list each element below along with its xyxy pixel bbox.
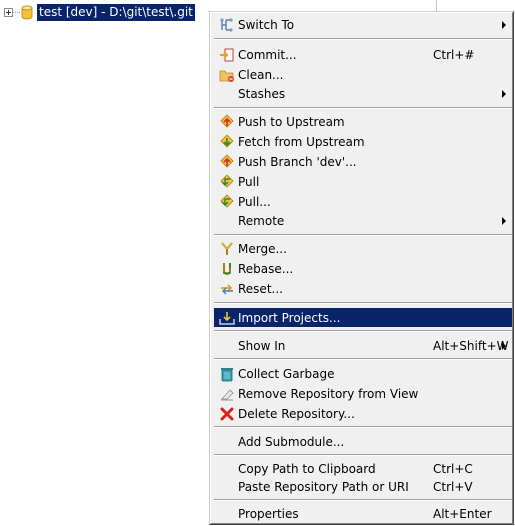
fetch-upstream-icon (220, 134, 234, 148)
menu-item-label: Delete Repository... (238, 407, 355, 421)
menu-item-label: Push Branch 'dev'... (238, 155, 357, 169)
menu-item-label: Paste Repository Path or URI (238, 480, 409, 494)
menu-item-label: Pull... (238, 195, 271, 209)
menu-item-reset[interactable]: Reset... (214, 279, 512, 298)
menu-item-remove-repository[interactable]: Remove Repository from View (214, 384, 512, 403)
switch-branch-icon (220, 18, 233, 32)
menu-item-fetch-from-upstream[interactable]: Fetch from Upstream (214, 132, 512, 151)
menu-item-label: Pull (238, 175, 260, 189)
push-upstream-icon (220, 114, 234, 128)
menu-item-copy-path[interactable]: Copy Path to Clipboard Ctrl+C (214, 459, 512, 478)
context-menu: Switch To Commit... Ctrl+# Clean... Stas… (209, 11, 514, 525)
menu-item-pull-dialog[interactable]: Pull... (214, 192, 512, 211)
menu-item-delete-repository[interactable]: Delete Repository... (214, 404, 512, 423)
menu-item-collect-garbage[interactable]: Collect Garbage (214, 364, 512, 383)
git-repository-icon (21, 5, 33, 20)
menu-separator (214, 499, 512, 501)
submenu-arrow-icon (502, 342, 506, 350)
rebase-icon (223, 263, 231, 275)
menu-item-shortcut: Alt+Enter (433, 507, 492, 521)
menu-item-label: Properties (238, 507, 299, 521)
menu-item-label: Show In (238, 339, 286, 353)
pull-dialog-icon (220, 194, 234, 208)
menu-item-properties[interactable]: Properties Alt+Enter (214, 504, 512, 523)
menu-separator (214, 38, 512, 40)
menu-item-label: Import Projects... (238, 311, 341, 325)
menu-item-shortcut: Alt+Shift+W (433, 339, 509, 353)
menu-item-label: Clean... (238, 68, 284, 82)
menu-item-commit[interactable]: Commit... Ctrl+# (214, 45, 512, 64)
menu-item-label: Push to Upstream (238, 115, 345, 129)
menu-item-merge[interactable]: Merge... (214, 239, 512, 258)
menu-separator (214, 426, 512, 428)
menu-item-label: Add Submodule... (238, 435, 345, 449)
submenu-arrow-icon (502, 90, 506, 98)
menu-item-paste-path[interactable]: Paste Repository Path or URI Ctrl+V (214, 477, 512, 496)
menu-item-clean[interactable]: Clean... (214, 65, 512, 84)
menu-item-push-branch[interactable]: Push Branch 'dev'... (214, 152, 512, 171)
menu-item-label: Remote (238, 214, 285, 228)
commit-icon (220, 48, 234, 62)
pull-icon (220, 174, 234, 188)
menu-item-label: Commit... (238, 48, 297, 62)
menu-item-show-in[interactable]: Show In Alt+Shift+W (214, 336, 512, 355)
menu-item-stashes[interactable]: Stashes (214, 84, 512, 103)
menu-item-label: Collect Garbage (238, 367, 335, 381)
menu-item-label: Stashes (238, 87, 286, 101)
menu-item-label: Merge... (238, 242, 287, 256)
tree-connector (13, 12, 20, 13)
menu-item-add-submodule[interactable]: Add Submodule... (214, 432, 512, 451)
merge-icon (221, 242, 233, 255)
menu-separator (214, 302, 512, 304)
menu-separator (214, 358, 512, 360)
menu-item-label: Copy Path to Clipboard (238, 462, 376, 476)
menu-item-shortcut: Ctrl+# (433, 48, 475, 62)
menu-item-switch-to[interactable]: Switch To (214, 15, 512, 34)
menu-separator (214, 107, 512, 109)
submenu-arrow-icon (502, 21, 506, 29)
menu-item-shortcut: Ctrl+V (433, 480, 473, 494)
menu-separator (214, 454, 512, 456)
menu-item-rebase[interactable]: Rebase... (214, 259, 512, 278)
delete-x-icon (220, 407, 234, 421)
submenu-arrow-icon (502, 217, 506, 225)
menu-separator (214, 234, 512, 236)
menu-item-label: Fetch from Upstream (238, 135, 365, 149)
menu-item-label: Reset... (238, 282, 283, 296)
menu-item-label: Rebase... (238, 262, 294, 276)
clean-folder-icon (219, 70, 234, 82)
remove-eraser-icon (221, 389, 234, 401)
menu-separator (214, 330, 512, 332)
expand-toggle-icon[interactable] (4, 8, 13, 17)
repository-label[interactable]: test [dev] - D:\git\test\.git (37, 4, 195, 21)
menu-item-push-to-upstream[interactable]: Push to Upstream (214, 112, 512, 131)
menu-item-remote[interactable]: Remote (214, 211, 512, 230)
menu-item-label: Switch To (238, 18, 295, 32)
menu-item-import-projects[interactable]: Import Projects... (214, 308, 512, 327)
trash-can-icon (221, 368, 233, 382)
menu-item-shortcut: Ctrl+C (433, 462, 473, 476)
menu-item-label: Remove Repository from View (238, 387, 419, 401)
menu-item-pull[interactable]: Pull (214, 172, 512, 191)
push-branch-icon (220, 154, 234, 168)
reset-icon (221, 284, 233, 295)
import-projects-icon (219, 312, 235, 325)
